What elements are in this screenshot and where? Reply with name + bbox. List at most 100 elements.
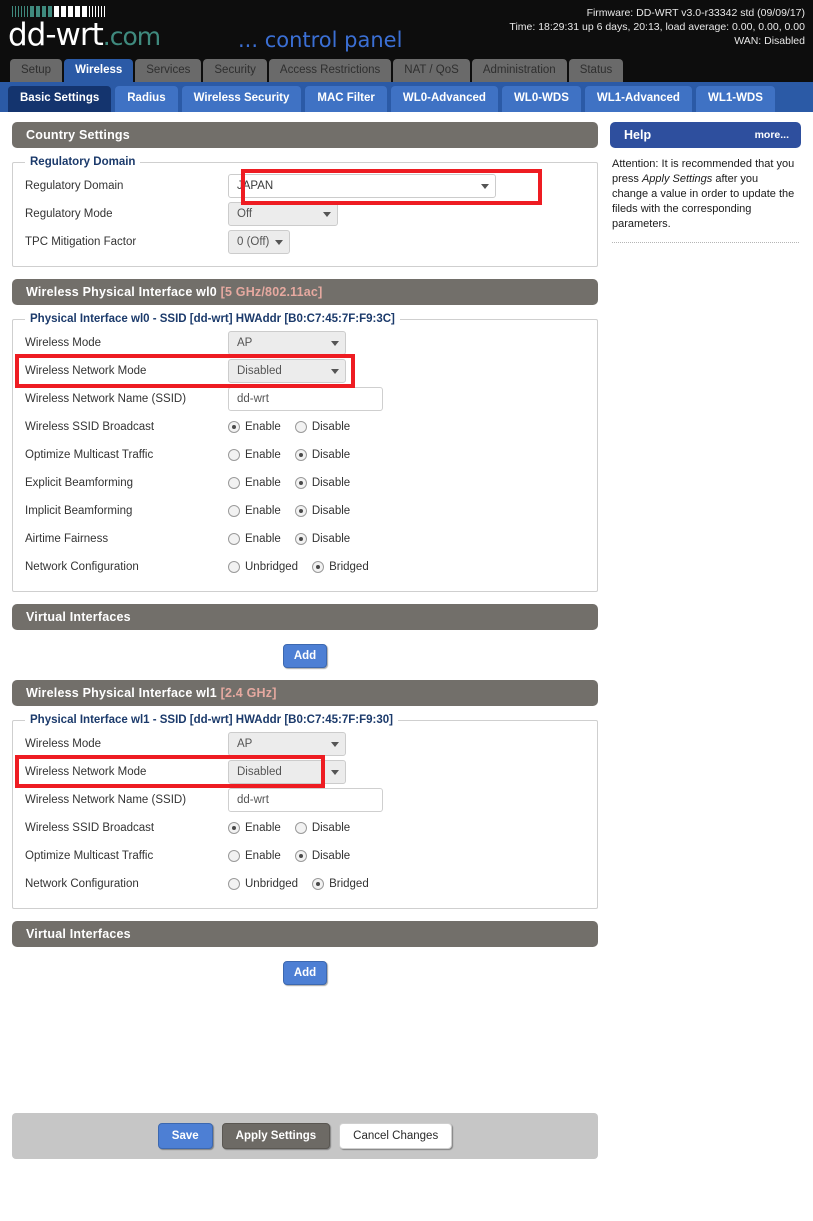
- radio-icon: [294, 421, 307, 433]
- sub-tab-wl0-advanced[interactable]: WL0-Advanced: [390, 86, 498, 112]
- logo-tick: [54, 6, 59, 17]
- radio-label: Enable: [245, 850, 281, 862]
- wl0-ssid-broadcast-disable[interactable]: Disable: [294, 421, 350, 433]
- row-wl1-wireless-mode: Wireless Mode AP: [25, 730, 587, 758]
- wl0-netconf-unbridged[interactable]: Unbridged: [228, 561, 298, 573]
- wl1-wireless-mode-select[interactable]: AP: [228, 732, 346, 756]
- regulatory-domain-select[interactable]: JAPAN: [228, 174, 496, 198]
- main-tab-wireless[interactable]: Wireless: [64, 59, 134, 82]
- wl1-ssid-input[interactable]: [228, 788, 383, 812]
- apply-settings-button[interactable]: Apply Settings: [221, 1123, 331, 1149]
- wl1-multicast-enable[interactable]: Enable: [228, 850, 281, 862]
- wl0-multicast-radios: Enable Disable: [228, 449, 350, 461]
- regulatory-domain-fieldset: Regulatory Domain Regulatory Domain JAPA…: [12, 156, 598, 267]
- logo-tick: [82, 6, 87, 17]
- radio-icon: [294, 822, 307, 834]
- radio-label: Disable: [311, 850, 351, 862]
- row-wl0-explicit-beamforming: Explicit Beamforming Enable Disable: [25, 469, 587, 497]
- chevron-down-icon: [481, 184, 489, 189]
- tpc-mitigation-select[interactable]: 0 (Off): [228, 230, 290, 254]
- wl1-network-configuration-label: Network Configuration: [25, 878, 139, 890]
- sub-tab-wl1-advanced[interactable]: WL1-Advanced: [584, 86, 692, 112]
- sub-tab-mac-filter[interactable]: MAC Filter: [305, 86, 387, 112]
- wl0-implicit-bf-disable[interactable]: Disable: [294, 505, 350, 517]
- wl0-multicast-enable[interactable]: Enable: [228, 449, 281, 461]
- cancel-changes-button[interactable]: Cancel Changes: [339, 1123, 453, 1149]
- help-text: Attention: It is recommended that you pr…: [610, 148, 801, 242]
- logo-tick: [48, 6, 52, 17]
- logo-tick: [27, 6, 28, 17]
- wl0-ssid-input[interactable]: [228, 387, 383, 411]
- radio-label: Enable: [245, 421, 281, 433]
- wl0-airtime-enable[interactable]: Enable: [228, 533, 281, 545]
- wl0-netconf-bridged[interactable]: Bridged: [312, 561, 369, 573]
- radio-label: Enable: [245, 505, 281, 517]
- sub-tab-radius[interactable]: Radius: [115, 86, 178, 112]
- section-header-virtual-interfaces-wl0: Virtual Interfaces: [12, 604, 598, 630]
- help-more-link[interactable]: more...: [755, 129, 789, 141]
- row-wl0-network-mode: Wireless Network Mode Disabled: [15, 354, 587, 388]
- wl0-network-configuration-radios: Unbridged Bridged: [228, 561, 369, 573]
- logo-tick: [95, 6, 96, 17]
- wl0-network-configuration-label: Network Configuration: [25, 561, 139, 573]
- radio-icon: [228, 505, 240, 517]
- radio-label: Disable: [311, 449, 351, 461]
- wl0-network-mode-select[interactable]: Disabled: [228, 359, 346, 383]
- wl0-network-mode-value: Disabled: [237, 365, 282, 377]
- logo-tick: [24, 6, 25, 17]
- main-tab-services[interactable]: Services: [135, 59, 202, 82]
- wl0-explicit-bf-disable[interactable]: Disable: [294, 477, 350, 489]
- wl1-multicast-disable[interactable]: Disable: [294, 850, 351, 862]
- main-tab-setup[interactable]: Setup: [10, 59, 63, 82]
- uptime-load: Time: 18:29:31 up 6 days, 20:13, load av…: [509, 21, 805, 33]
- wl0-multicast-label: Optimize Multicast Traffic: [25, 449, 154, 461]
- row-wl0-airtime-fairness: Airtime Fairness Enable Disable: [25, 525, 587, 553]
- wl0-implicit-bf-enable[interactable]: Enable: [228, 505, 281, 517]
- wl0-wireless-mode-select[interactable]: AP: [228, 331, 346, 355]
- main-tab-administration[interactable]: Administration: [471, 59, 567, 82]
- wl1-multicast-label: Optimize Multicast Traffic: [25, 850, 154, 862]
- main-tab-security[interactable]: Security: [203, 59, 267, 82]
- logo-tick: [75, 6, 80, 17]
- save-button[interactable]: Save: [157, 1123, 213, 1149]
- regulatory-domain-legend: Regulatory Domain: [30, 156, 136, 168]
- wl0-ssid-broadcast-enable[interactable]: Enable: [228, 421, 281, 433]
- sub-tab-basic-settings[interactable]: Basic Settings: [8, 86, 112, 112]
- regulatory-domain-value: JAPAN: [237, 180, 274, 192]
- wl0-ssid-broadcast-radios: Enable Disable: [228, 421, 350, 433]
- wl0-explicit-beamforming-radios: Enable Disable: [228, 477, 350, 489]
- wl0-airtime-disable[interactable]: Disable: [294, 533, 351, 545]
- wl1-ssid-broadcast-disable[interactable]: Disable: [294, 822, 350, 834]
- radio-label: Disable: [311, 533, 351, 545]
- wl1-network-mode-select[interactable]: Disabled: [228, 760, 346, 784]
- chevron-down-icon: [331, 369, 339, 374]
- main-tab-status[interactable]: Status: [568, 59, 624, 82]
- wl1-netconf-unbridged[interactable]: Unbridged: [228, 878, 298, 890]
- app-header: dd-wrt.com ... control panel Firmware: D…: [0, 0, 813, 58]
- wl0-multicast-disable[interactable]: Disable: [294, 449, 351, 461]
- add-virtual-interface-button-wl1[interactable]: Add: [282, 961, 328, 985]
- main-tab-nat-qos[interactable]: NAT / QoS: [393, 59, 470, 82]
- radio-icon: [294, 449, 307, 461]
- row-regulatory-domain: Regulatory Domain JAPAN: [25, 169, 587, 205]
- radio-label: Unbridged: [245, 561, 299, 573]
- wl1-ssid-broadcast-enable[interactable]: Enable: [228, 822, 281, 834]
- section-header-wl1: Wireless Physical Interface wl1 [2.4 GHz…: [12, 680, 598, 706]
- settings-column: Country Settings Regulatory Domain Regul…: [12, 122, 598, 997]
- wl1-netconf-bridged[interactable]: Bridged: [312, 878, 369, 890]
- radio-icon: [228, 850, 240, 862]
- add-virtual-interface-button-wl0[interactable]: Add: [282, 644, 328, 668]
- wl0-network-mode-label: Wireless Network Mode: [25, 365, 147, 377]
- logo-tick: [42, 6, 46, 17]
- chevron-down-icon: [323, 212, 331, 217]
- wl0-airtime-fairness-label: Airtime Fairness: [25, 533, 109, 545]
- regulatory-mode-select[interactable]: Off: [228, 202, 338, 226]
- wl0-explicit-bf-enable[interactable]: Enable: [228, 477, 281, 489]
- logo-wordmark: dd-wrt.com: [8, 18, 161, 54]
- section-header-virtual-interfaces-wl1: Virtual Interfaces: [12, 921, 598, 947]
- sub-tab-wireless-security[interactable]: Wireless Security: [181, 86, 302, 112]
- main-tab-access-restrictions[interactable]: Access Restrictions: [268, 59, 392, 82]
- sub-tab-wl1-wds[interactable]: WL1-WDS: [695, 86, 775, 112]
- logo-tick: [89, 6, 90, 17]
- sub-tab-wl0-wds[interactable]: WL0-WDS: [501, 86, 581, 112]
